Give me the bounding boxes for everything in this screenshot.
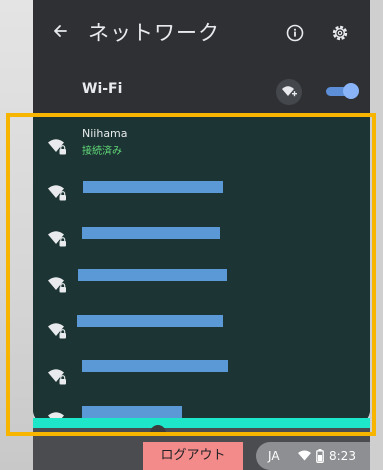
arrow-back-icon (54, 25, 67, 37)
ime-language: JA (268, 449, 280, 463)
status-tray[interactable]: JA 8:23 (256, 442, 370, 470)
wifi-icon (298, 450, 311, 461)
clock: 8:23 (329, 449, 356, 463)
toggle-knob (343, 83, 359, 99)
wifi-toggle[interactable] (324, 83, 359, 99)
wifi-toggle-row: Wi-Fi (33, 66, 370, 116)
logout-button[interactable]: ログアウト (143, 442, 243, 470)
battery-icon (316, 449, 324, 463)
highlight-frame (6, 113, 376, 436)
add-wifi-icon (282, 86, 297, 97)
gear-icon (332, 25, 348, 41)
page-title: ネットワーク (88, 21, 220, 45)
wifi-label: Wi-Fi (82, 81, 123, 97)
info-icon (286, 24, 304, 42)
back-button[interactable] (49, 22, 71, 44)
panel-header: ネットワーク (33, 0, 370, 66)
info-button[interactable] (285, 23, 305, 43)
add-network-button[interactable] (276, 79, 302, 105)
settings-button[interactable] (330, 23, 350, 43)
